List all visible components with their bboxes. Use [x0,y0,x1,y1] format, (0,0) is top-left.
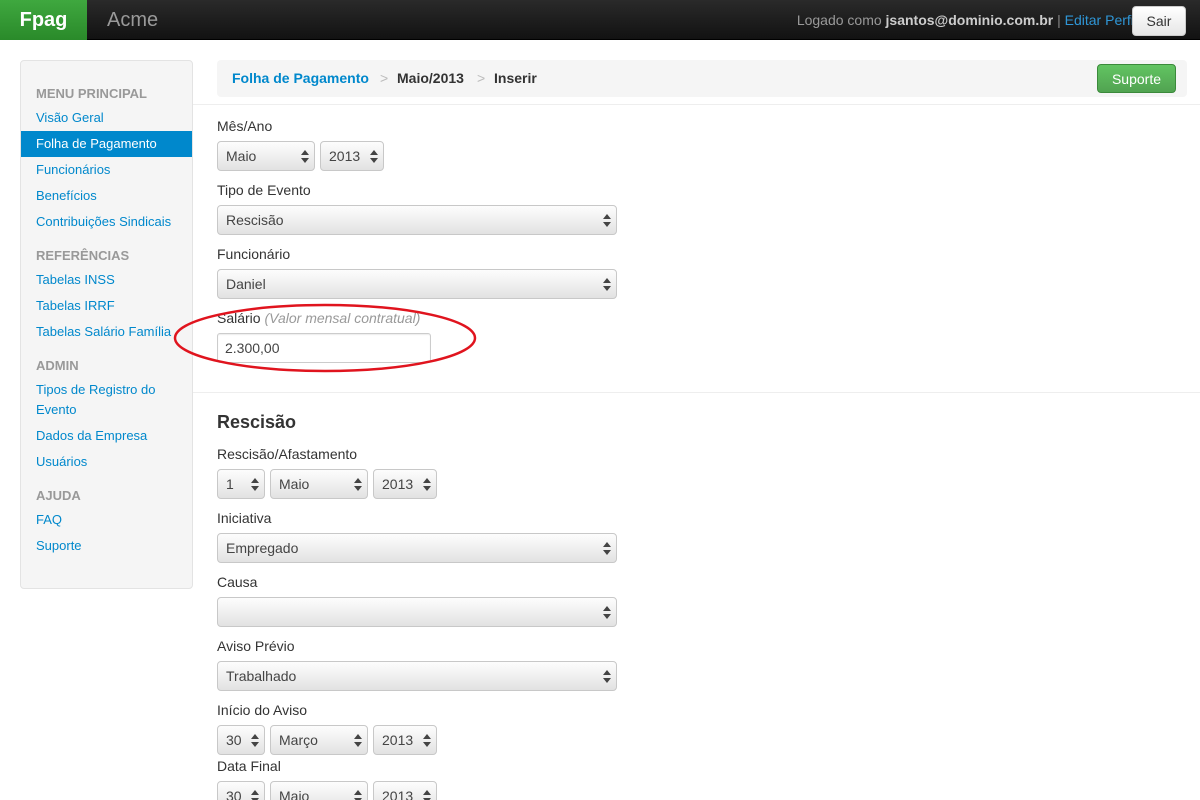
data-final-month-select[interactable]: Maio [270,781,368,800]
sidebar-header-menu-principal: MENU PRINCIPAL [36,86,147,101]
breadcrumb-period: Maio/2013 [397,70,464,86]
year-select-value: 2013 [329,148,361,164]
afastamento-label: Rescisão/Afastamento [217,446,358,462]
sidebar-item-suporte[interactable]: Suporte [21,533,192,559]
select-arrows-icon [301,150,309,163]
salario-label: Salário (Valor mensal contratual) [217,310,420,326]
divider [193,104,1200,105]
afastamento-year-select[interactable]: 2013 [373,469,437,499]
month-select[interactable]: Maio [217,141,315,171]
afastamento-month-value: Maio [279,476,310,492]
afastamento-day-select[interactable]: 1 [217,469,265,499]
aviso-previo-value: Trabalhado [226,668,297,684]
breadcrumb-folha-de-pagamento[interactable]: Folha de Pagamento [232,60,369,96]
separator: | [1057,12,1061,28]
inicio-aviso-month-value: Março [279,732,318,748]
sidebar-header-admin: ADMIN [36,358,79,373]
salario-label-text: Salário [217,310,261,326]
data-final-day-value: 30 [226,788,242,800]
breadcrumb-separator: > [477,70,486,86]
salario-input[interactable] [217,333,431,363]
brand-logo[interactable]: Fpag [0,0,87,40]
data-final-label: Data Final [217,758,281,774]
select-arrows-icon [354,790,362,800]
select-arrows-icon [251,478,259,491]
tipo-evento-select[interactable]: Rescisão [217,205,617,235]
sidebar-item-usuarios[interactable]: Usuários [21,449,192,475]
select-arrows-icon [251,734,259,747]
breadcrumb: Folha de Pagamento > Maio/2013 > Inserir… [217,60,1187,97]
logged-as-text: Logado como [796,12,882,28]
sidebar-header-referencias: REFERÊNCIAS [36,248,130,263]
tipo-evento-value: Rescisão [226,212,284,228]
funcionario-value: Daniel [226,276,266,292]
select-arrows-icon [603,278,611,291]
afastamento-day-value: 1 [226,476,234,492]
data-final-day-select[interactable]: 30 [217,781,265,800]
select-arrows-icon [370,150,378,163]
select-arrows-icon [423,790,431,800]
select-arrows-icon [603,214,611,227]
causa-label: Causa [217,574,258,590]
select-arrows-icon [354,734,362,747]
inicio-aviso-label: Início do Aviso [217,702,308,718]
sidebar-item-beneficios[interactable]: Benefícios [21,183,192,209]
top-navbar: Fpag Acme Logado como jsantos@dominio.co… [0,0,1200,40]
salario-hint: (Valor mensal contratual) [264,310,421,326]
data-final-year-select[interactable]: 2013 [373,781,437,800]
afastamento-year-value: 2013 [382,476,414,492]
divider [193,392,1200,393]
sidebar-item-contribuicoes-sindicais[interactable]: Contribuições Sindicais [21,209,192,235]
mes-ano-label: Mês/Ano [217,118,273,134]
breadcrumb-current: Inserir [494,70,537,86]
month-select-value: Maio [226,148,257,164]
sidebar-item-tabelas-salario-familia[interactable]: Tabelas Salário Família [21,319,192,345]
sidebar-item-folha-de-pagamento[interactable]: Folha de Pagamento [21,131,192,157]
inicio-aviso-year-value: 2013 [382,732,414,748]
iniciativa-value: Empregado [226,540,299,556]
select-arrows-icon [354,478,362,491]
sidebar-item-tabelas-inss[interactable]: Tabelas INSS [21,267,192,293]
select-arrows-icon [603,670,611,683]
year-select[interactable]: 2013 [320,141,384,171]
inicio-aviso-day-select[interactable]: 30 [217,725,265,755]
afastamento-month-select[interactable]: Maio [270,469,368,499]
iniciativa-label: Iniciativa [217,510,272,526]
aviso-previo-label: Aviso Prévio [217,638,295,654]
edit-profile-link[interactable]: Editar Perfil [1065,12,1137,28]
select-arrows-icon [423,734,431,747]
funcionario-label: Funcionário [217,246,291,262]
data-final-year-value: 2013 [382,788,414,800]
rescisao-section-title: Rescisão [217,412,297,432]
sidebar-item-dados-da-empresa[interactable]: Dados da Empresa [21,423,192,449]
select-arrows-icon [603,606,611,619]
sidebar-item-funcionarios[interactable]: Funcionários [21,157,192,183]
sidebar-item-tipos-de-registro[interactable]: Tipos de Registro do Evento [21,377,192,423]
inicio-aviso-year-select[interactable]: 2013 [373,725,437,755]
select-arrows-icon [603,542,611,555]
funcionario-select[interactable]: Daniel [217,269,617,299]
aviso-previo-select[interactable]: Trabalhado [217,661,617,691]
select-arrows-icon [251,790,259,800]
sidebar-header-ajuda: AJUDA [36,488,81,503]
breadcrumb-separator: > [380,70,389,86]
data-final-month-value: Maio [279,788,310,800]
sidebar-item-faq[interactable]: FAQ [21,507,192,533]
inicio-aviso-month-select[interactable]: Março [270,725,368,755]
logout-button[interactable]: Sair [1132,6,1186,36]
app-name: Acme [107,9,159,31]
tipo-evento-label: Tipo de Evento [217,182,311,198]
sidebar: MENU PRINCIPAL Visão Geral Folha de Paga… [20,60,193,589]
username: jsantos@dominio.com.br [885,12,1054,28]
user-info: Logado como jsantos@dominio.com.br | Edi… [797,0,1137,40]
causa-select[interactable] [217,597,617,627]
sidebar-item-visao-geral[interactable]: Visão Geral [21,105,192,131]
sidebar-item-tabelas-irrf[interactable]: Tabelas IRRF [21,293,192,319]
support-button[interactable]: Suporte [1097,64,1176,93]
iniciativa-select[interactable]: Empregado [217,533,617,563]
select-arrows-icon [423,478,431,491]
inicio-aviso-day-value: 30 [226,732,242,748]
